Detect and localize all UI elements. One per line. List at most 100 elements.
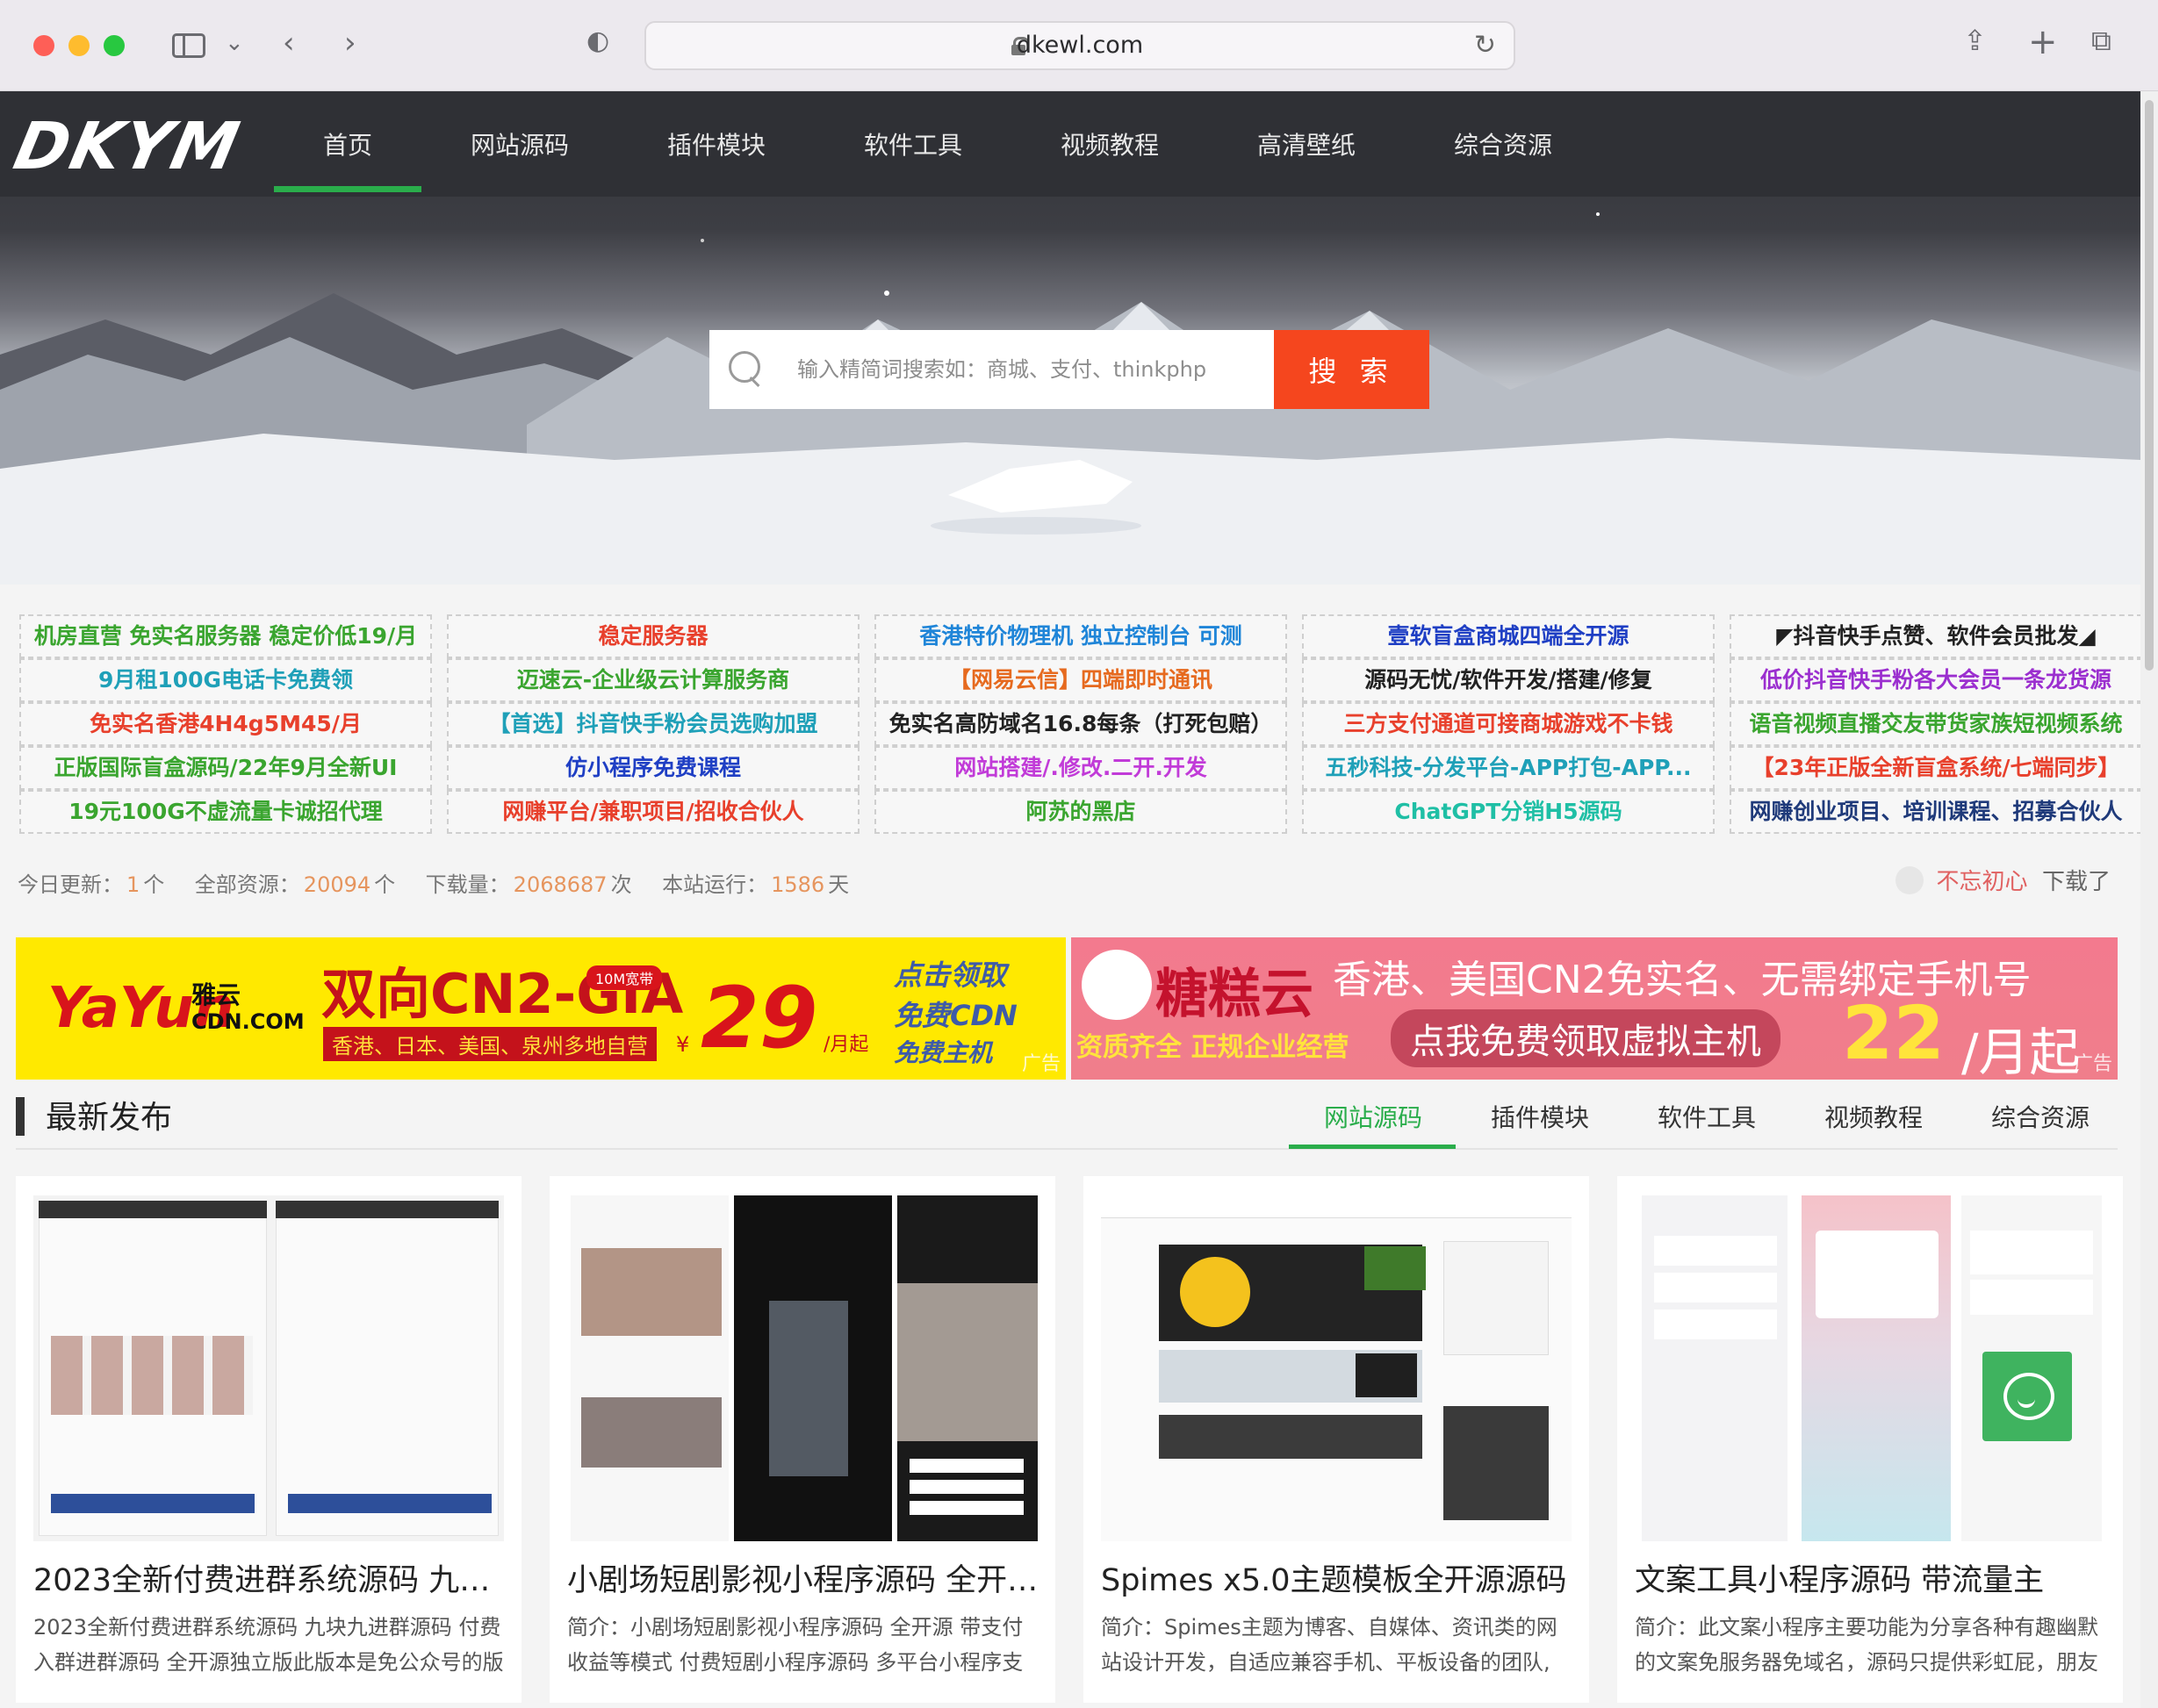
yayun-domain: CDN.COM bbox=[191, 1009, 305, 1034]
ad-banner-tanggao[interactable]: 糖糕云 香港、美国CN2免实名、无需绑定手机号 资质齐全 正规企业经营 点我免费… bbox=[1071, 937, 2118, 1080]
post-card[interactable]: Spimes x5.0主题模板全开源源码 简介：Spimes主题为博客、自媒体、… bbox=[1083, 1176, 1589, 1703]
user-avatar-icon bbox=[1895, 866, 1924, 894]
hero-banner: DKYM 首页 网站源码 插件模块 软件工具 视频教程 高清壁纸 综合资源 搜 … bbox=[0, 91, 2140, 585]
sponsor-link[interactable]: 9月租100G电话卡免费领 bbox=[19, 658, 432, 702]
sponsor-link[interactable]: 机房直营 免实名服务器 稳定价低19/月 bbox=[19, 614, 432, 658]
download-ticker: 不忘初心 下载了 bbox=[1895, 864, 2111, 896]
sponsor-link[interactable]: 网赚平台/兼职项目/招收合伙人 bbox=[447, 790, 860, 834]
stat-download-unit: 次 bbox=[610, 872, 632, 897]
sponsor-link[interactable]: 网站搭建/.修改.二开.开发 bbox=[874, 746, 1287, 790]
sponsor-link[interactable]: 低价抖音快手粉各大会员一条龙货源 bbox=[1730, 658, 2142, 702]
zoom-window-button[interactable] bbox=[104, 35, 125, 56]
post-title[interactable]: 2023全新付费进群系统源码 九九进群源码 付费 bbox=[33, 1555, 507, 1600]
stat-today-unit: 个 bbox=[143, 872, 165, 897]
post-description: 简介：此文案小程序主要功能为分享各种有趣幽默的文案免服务器免域名，源码只提供彩虹… bbox=[1635, 1615, 2098, 1675]
nav-wallpapers[interactable]: 高清壁纸 bbox=[1257, 126, 1356, 161]
sponsor-link[interactable]: 五秒科技-分发平台-APP打包-APP... bbox=[1302, 746, 1715, 790]
ticker-action: 下载了 bbox=[2041, 869, 2111, 895]
stat-today-value: 1 bbox=[126, 872, 140, 897]
sponsor-link[interactable]: 仿小程序免费课程 bbox=[447, 746, 860, 790]
page-scrollbar[interactable] bbox=[2140, 91, 2158, 1708]
sponsor-link[interactable]: 迈速云-企业级云计算服务商 bbox=[447, 658, 860, 702]
nav-home[interactable]: 首页 bbox=[323, 126, 372, 161]
chevron-down-icon[interactable]: ⌄ bbox=[225, 32, 244, 54]
nav-video-tutorials[interactable]: 视频教程 bbox=[1061, 126, 1159, 161]
post-card[interactable]: 小剧场短剧影视小程序源码 全开源 带支付 简介：小剧场短剧影视小程序源码 全开源… bbox=[550, 1176, 1055, 1703]
nav-plugins[interactable]: 插件模块 bbox=[667, 126, 766, 161]
stat-run-label: 本站运行： bbox=[662, 872, 768, 897]
sponsor-link[interactable]: 语音视频直播交友带货家族短视频系统 bbox=[1730, 702, 2142, 746]
post-card[interactable]: 2023全新付费进群系统源码 九九进群源码 付费 2023全新付费进群系统源码 … bbox=[16, 1176, 522, 1703]
scrollbar-thumb[interactable] bbox=[2145, 100, 2154, 671]
tab-plugins[interactable]: 插件模块 bbox=[1491, 1099, 1589, 1134]
reload-icon[interactable]: ↻ bbox=[1474, 30, 1496, 61]
close-window-button[interactable] bbox=[33, 35, 54, 56]
back-arrow-icon[interactable]: ‹ bbox=[283, 28, 295, 58]
ad-banner-yayun[interactable]: YaYun 雅云 CDN.COM 双向CN2-GIA 10M宽带 香港、日本、美… bbox=[16, 937, 1066, 1080]
sponsor-link[interactable]: 三方支付通道可接商城游戏不卡钱 bbox=[1302, 702, 1715, 746]
tanggao-logo-icon bbox=[1082, 950, 1152, 1020]
tab-active-indicator bbox=[1289, 1145, 1456, 1149]
section-title: 最新发布 bbox=[46, 1100, 173, 1136]
post-thumbnail[interactable] bbox=[567, 1195, 1038, 1541]
yayun-brand-cn: 雅云 bbox=[191, 980, 241, 1009]
minimize-window-button[interactable] bbox=[68, 35, 90, 56]
nav-software-tools[interactable]: 软件工具 bbox=[864, 126, 962, 161]
sponsor-link[interactable]: 免实名高防域名16.8每条（打死包赔） bbox=[874, 702, 1287, 746]
tab-video-tutorials[interactable]: 视频教程 bbox=[1824, 1099, 1923, 1134]
stat-run-unit: 天 bbox=[828, 872, 850, 897]
stat-run-value: 1586 bbox=[771, 872, 825, 897]
tab-website-source[interactable]: 网站源码 bbox=[1324, 1099, 1422, 1134]
search-icon bbox=[729, 351, 764, 386]
post-title[interactable]: Spimes x5.0主题模板全开源源码 bbox=[1101, 1555, 1575, 1600]
sponsor-link[interactable]: 【首选】抖音快手粉会员选购加盟 bbox=[447, 702, 860, 746]
sponsor-link[interactable]: 19元100G不虚流量卡诚招代理 bbox=[19, 790, 432, 834]
post-thumbnail[interactable] bbox=[33, 1195, 504, 1541]
tab-resources[interactable]: 综合资源 bbox=[1991, 1099, 2090, 1134]
stat-today-label: 今日更新： bbox=[18, 872, 123, 897]
sidebar-toggle-icon[interactable] bbox=[172, 33, 205, 58]
share-icon[interactable]: ⇪ bbox=[1963, 26, 1987, 54]
browser-window: ⌄ ‹ › ◐ dkewl.com ↻ ⇪ + ⧉ DKYM 首页 网站源码 插… bbox=[0, 0, 2158, 1708]
post-description: 简介：小剧场短剧影视小程序源码 全开源 带支付收益等模式 付费短剧小程序源码 多… bbox=[567, 1615, 1024, 1675]
sponsor-link[interactable]: 稳定服务器 bbox=[447, 614, 860, 658]
sponsor-link[interactable]: 正版国际盲盒源码/22年9月全新UI bbox=[19, 746, 432, 790]
section-accent-bar bbox=[16, 1097, 25, 1136]
sponsor-link[interactable]: 【23年正版全新盲盒系统/七端同步】 bbox=[1730, 746, 2142, 790]
sponsor-link[interactable]: 网赚创业项目、培训课程、招募合伙人 bbox=[1730, 790, 2142, 834]
ticker-username[interactable]: 不忘初心 bbox=[1936, 869, 2027, 895]
sponsor-link[interactable]: 壹软盲盒商城四端全开源 bbox=[1302, 614, 1715, 658]
tab-software-tools[interactable]: 软件工具 bbox=[1658, 1099, 1756, 1134]
shield-icon[interactable]: ◐ bbox=[586, 28, 609, 54]
site-logo[interactable]: DKYM bbox=[8, 109, 247, 184]
post-title[interactable]: 文案工具小程序源码 带流量主 bbox=[1635, 1555, 2109, 1600]
search-box bbox=[709, 330, 1274, 409]
yayun-subtitle: 香港、日本、美国、泉州多地自营 bbox=[323, 1027, 657, 1061]
sponsor-link[interactable]: 香港特价物理机 独立控制台 可测 bbox=[874, 614, 1287, 658]
tab-overview-icon[interactable]: ⧉ bbox=[2091, 26, 2111, 54]
new-tab-icon[interactable]: + bbox=[2028, 25, 2058, 60]
sponsor-link[interactable]: 阿苏的黑店 bbox=[874, 790, 1287, 834]
sponsor-link[interactable]: 源码无忧/软件开发/搭建/修复 bbox=[1302, 658, 1715, 702]
chat-support-icon[interactable] bbox=[1982, 1352, 2072, 1441]
post-thumbnail[interactable] bbox=[1101, 1195, 1572, 1541]
post-description: 2023全新付费进群系统源码 九块九进群源码 付费入群进群源码 全开源独立版此版… bbox=[33, 1615, 504, 1675]
post-title[interactable]: 小剧场短剧影视小程序源码 全开源 带支付 bbox=[567, 1555, 1041, 1600]
url-text: dkewl.com bbox=[1016, 32, 1144, 59]
nav-resources[interactable]: 综合资源 bbox=[1454, 126, 1552, 161]
sponsor-link[interactable]: 【网易云信】四端即时通讯 bbox=[874, 658, 1287, 702]
sponsor-link[interactable]: ChatGPT分销H5源码 bbox=[1302, 790, 1715, 834]
sponsor-link[interactable]: ◤抖音快手点赞、软件会员批发◢ bbox=[1730, 614, 2142, 658]
yayun-price: 29 bbox=[701, 969, 818, 1067]
browser-toolbar: ⌄ ‹ › ◐ dkewl.com ↻ ⇪ + ⧉ bbox=[0, 0, 2158, 91]
search-button[interactable]: 搜 索 bbox=[1274, 330, 1429, 409]
yayun-price-unit: /月起 bbox=[824, 1034, 869, 1056]
stat-download-value: 2068687 bbox=[513, 872, 608, 897]
sponsor-link[interactable]: 免实名香港4H4g5M45/月 bbox=[19, 702, 432, 746]
site-stats: 今日更新： 1 个 全部资源： 20094 个 下载量： 2068687 次 本站运行： 15… bbox=[18, 867, 852, 902]
search-input[interactable] bbox=[797, 330, 1262, 409]
forward-arrow-icon[interactable]: › bbox=[344, 28, 356, 58]
nav-website-source[interactable]: 网站源码 bbox=[471, 126, 569, 161]
address-bar[interactable]: dkewl.com ↻ bbox=[644, 21, 1515, 70]
post-description: 简介：Spimes主题为博客、自媒体、资讯类的网站设计开发，自适应兼容手机、平板… bbox=[1101, 1615, 1557, 1675]
